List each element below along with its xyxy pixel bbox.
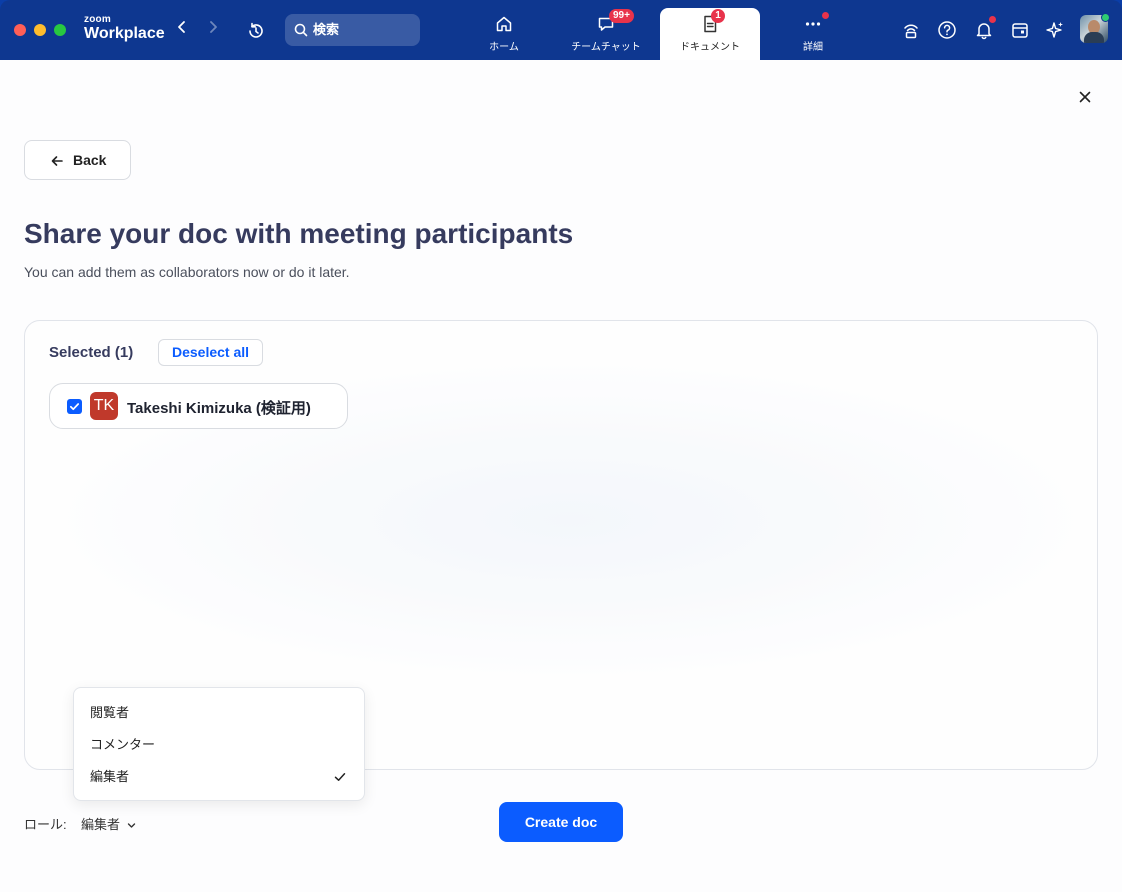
- title-bar: zoom Workplace 検索 ホーム 99+ チームチャット 1 ドキュメ…: [0, 0, 1122, 60]
- back-button-label: Back: [73, 152, 107, 168]
- tab-more-label: 詳細: [803, 42, 823, 53]
- search-placeholder: 検索: [313, 22, 340, 37]
- tab-home[interactable]: ホーム: [454, 8, 554, 60]
- chevron-down-icon: [127, 823, 135, 828]
- online-status-dot: [1101, 13, 1110, 22]
- help-icon: [938, 21, 956, 39]
- back-arrow-button[interactable]: [172, 19, 192, 41]
- home-icon: [496, 16, 512, 32]
- notification-dot: [989, 16, 996, 23]
- search-input[interactable]: 検索: [285, 14, 420, 46]
- page-title: Share your doc with meeting participants: [24, 218, 574, 249]
- share-doc-page: Back Share your doc with meeting partici…: [0, 60, 1122, 892]
- window-close-button[interactable]: [14, 24, 26, 36]
- chevron-right-icon: [210, 21, 217, 33]
- search-icon: [294, 23, 308, 37]
- help-button[interactable]: [936, 19, 958, 41]
- tab-more[interactable]: 詳細: [763, 8, 863, 60]
- checkmark-icon: [69, 403, 80, 411]
- unread-badge: 99+: [609, 9, 634, 23]
- sparkle-icon: [1046, 22, 1063, 38]
- unread-badge: 1: [711, 9, 725, 23]
- close-button[interactable]: [1076, 88, 1094, 106]
- close-icon: [1079, 91, 1091, 103]
- history-button[interactable]: [245, 20, 267, 42]
- more-icon: [805, 22, 821, 26]
- selected-count: Selected (1): [49, 344, 134, 361]
- role-option-editor[interactable]: 編集者: [74, 761, 364, 793]
- forward-arrow-button[interactable]: [203, 19, 223, 41]
- app-logo: zoom Workplace: [84, 14, 165, 42]
- participant-checkbox[interactable]: [67, 399, 82, 414]
- participant-name: Takeshi Kimizuka (検証用): [127, 400, 311, 417]
- page-subtitle: You can add them as collaborators now or…: [24, 264, 350, 280]
- participant-chip[interactable]: TK Takeshi Kimizuka (検証用): [49, 383, 348, 429]
- window-zoom-button[interactable]: [54, 24, 66, 36]
- tab-documents-label: ドキュメント: [680, 42, 740, 53]
- role-label: ロール:: [24, 817, 67, 832]
- role-select[interactable]: 編集者: [81, 814, 136, 833]
- role-option-viewer[interactable]: 閲覧者: [74, 697, 364, 729]
- notification-dot: [822, 12, 829, 19]
- check-icon: [334, 773, 346, 781]
- deselect-all-button[interactable]: Deselect all: [158, 339, 263, 366]
- role-dropdown-menu: 閲覧者 コメンター 編集者: [73, 687, 365, 801]
- tab-team-chat-label: チームチャット: [571, 42, 641, 53]
- wireless-icon: [904, 24, 918, 39]
- wireless-share-button[interactable]: [900, 19, 922, 41]
- create-doc-button[interactable]: Create doc: [499, 802, 623, 842]
- window-minimize-button[interactable]: [34, 24, 46, 36]
- participant-avatar: TK: [90, 392, 118, 420]
- history-icon: [249, 22, 263, 38]
- calendar-button[interactable]: [1009, 19, 1031, 41]
- back-button[interactable]: Back: [24, 140, 131, 180]
- role-option-commenter[interactable]: コメンター: [74, 729, 364, 761]
- tab-home-label: ホーム: [489, 42, 519, 53]
- role-option-editor-label: 編集者: [90, 769, 130, 784]
- tab-team-chat[interactable]: 99+ チームチャット: [556, 8, 656, 60]
- arrow-left-icon: [51, 156, 63, 166]
- ai-companion-button[interactable]: [1044, 19, 1066, 41]
- role-selected-value: 編集者: [81, 817, 121, 832]
- calendar-icon: [1012, 23, 1028, 38]
- tab-documents[interactable]: 1 ドキュメント: [660, 8, 760, 60]
- chevron-left-icon: [178, 21, 185, 33]
